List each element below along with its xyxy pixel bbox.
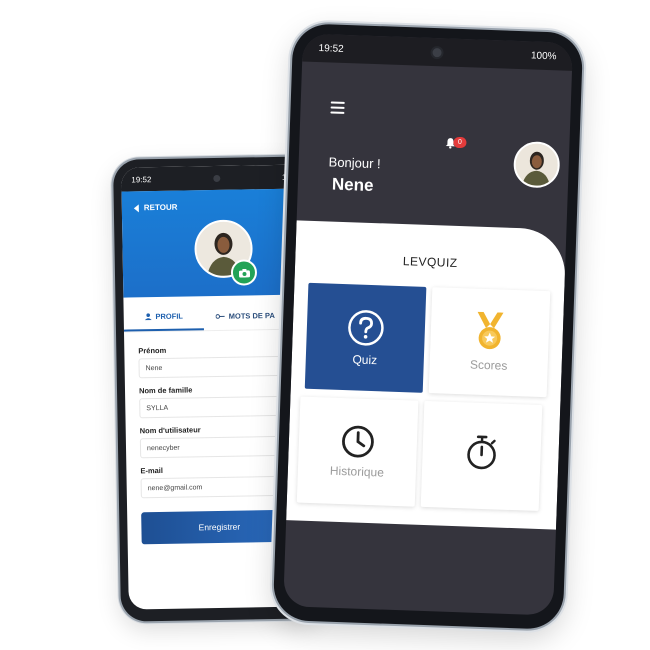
tab-profile-label: PROFIL <box>155 311 184 321</box>
save-button[interactable]: Enregistrer <box>141 509 298 545</box>
history-label: Historique <box>329 463 385 480</box>
back-arrow-icon <box>133 203 139 212</box>
tab-password[interactable]: MOTS DE PA <box>215 301 275 330</box>
change-photo-button[interactable] <box>230 259 258 286</box>
dashboard-panel: LEVQUIZ Quiz Scores Historique <box>286 220 567 530</box>
home-screen: 19:52 100% 0 Bonjour ! Nene LEVQUIZ Quiz… <box>283 33 573 616</box>
quiz-tile[interactable]: Quiz <box>304 282 427 393</box>
email-field[interactable]: nene@gmail.com <box>140 475 297 499</box>
status-time: 19:52 <box>318 42 344 55</box>
camera-notch <box>432 47 442 57</box>
status-bar: 19:52 100% <box>302 33 573 71</box>
quiz-label: Quiz <box>352 352 378 368</box>
username-field[interactable]: nenecyber <box>139 435 297 459</box>
question-icon <box>348 310 384 346</box>
first-name-label: Prénom <box>138 345 167 356</box>
email-label: E-mail <box>140 465 164 476</box>
history-tile[interactable]: Historique <box>296 396 419 507</box>
medal-icon <box>477 311 504 350</box>
first-name-field[interactable]: Nene <box>138 355 295 379</box>
greeting: Bonjour ! <box>328 154 381 172</box>
scores-label: Scores <box>469 357 508 373</box>
last-name-label: Nom de famille <box>138 385 193 396</box>
key-icon <box>215 313 225 319</box>
back-button[interactable]: RETOUR <box>133 202 178 213</box>
home-phone: 19:52 100% 0 Bonjour ! Nene LEVQUIZ Quiz… <box>272 23 584 630</box>
menu-icon[interactable] <box>330 101 345 116</box>
camera-icon <box>238 268 250 278</box>
scores-tile[interactable]: Scores <box>428 287 551 398</box>
stopwatch-icon <box>467 435 496 470</box>
tab-profile[interactable]: PROFIL <box>123 302 204 332</box>
back-label: RETOUR <box>143 202 178 213</box>
last-name-field[interactable]: SYLLA <box>139 395 296 419</box>
user-icon <box>144 312 152 320</box>
camera-notch <box>213 174 221 182</box>
status-battery: 100% <box>530 49 557 62</box>
user-name: Nene <box>331 174 374 196</box>
profile-header: RETOUR <box>121 188 308 298</box>
timer-tile[interactable] <box>420 400 543 511</box>
avatar[interactable] <box>512 140 561 189</box>
tab-password-label: MOTS DE PA <box>228 310 275 321</box>
app-title: LEVQUIZ <box>402 254 458 270</box>
clock-icon <box>342 425 374 458</box>
status-time: 19:52 <box>131 174 152 184</box>
profile-tabs: PROFIL MOTS DE PA <box>123 300 308 333</box>
status-bar: 19:52 100 <box>121 164 306 192</box>
notification-badge: 0 <box>453 136 467 149</box>
username-label: Nom d'utilisateur <box>139 425 201 436</box>
